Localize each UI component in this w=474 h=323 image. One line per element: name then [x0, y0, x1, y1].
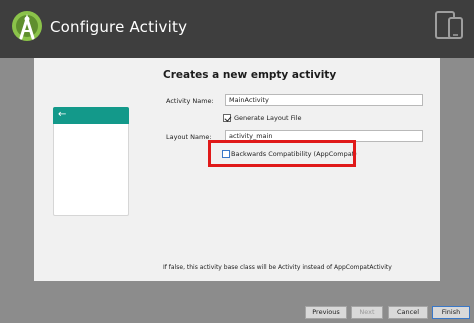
back-arrow-icon: ←: [58, 109, 67, 120]
cancel-button[interactable]: Cancel: [388, 306, 428, 319]
header-bar: Configure Activity: [0, 0, 474, 58]
configure-activity-dialog: Configure Activity Creates a new empty a…: [0, 0, 474, 323]
highlight-annotation: [208, 140, 356, 167]
activity-preview: ←: [53, 107, 129, 216]
generate-layout-label: Generate Layout File: [234, 114, 302, 122]
devices-icon: [435, 11, 463, 39]
android-studio-logo-icon: [12, 11, 42, 41]
activity-name-input[interactable]: MainActivity: [225, 94, 423, 106]
finish-button[interactable]: Finish: [432, 306, 470, 319]
preview-app-bar: ←: [53, 107, 129, 124]
dialog-title: Configure Activity: [50, 18, 188, 36]
generate-layout-checkbox[interactable]: [223, 114, 231, 122]
page-heading: Creates a new empty activity: [163, 69, 337, 81]
dialog-body: Creates a new empty activity ← Activity …: [34, 58, 440, 281]
footnote-text: If false, this activity base class will …: [163, 264, 392, 271]
activity-name-label: Activity Name:: [166, 97, 214, 105]
layout-name-label: Layout Name:: [166, 133, 212, 141]
button-bar: Previous Next Cancel Finish: [0, 281, 474, 323]
next-button[interactable]: Next: [351, 306, 383, 319]
previous-button[interactable]: Previous: [305, 306, 347, 319]
